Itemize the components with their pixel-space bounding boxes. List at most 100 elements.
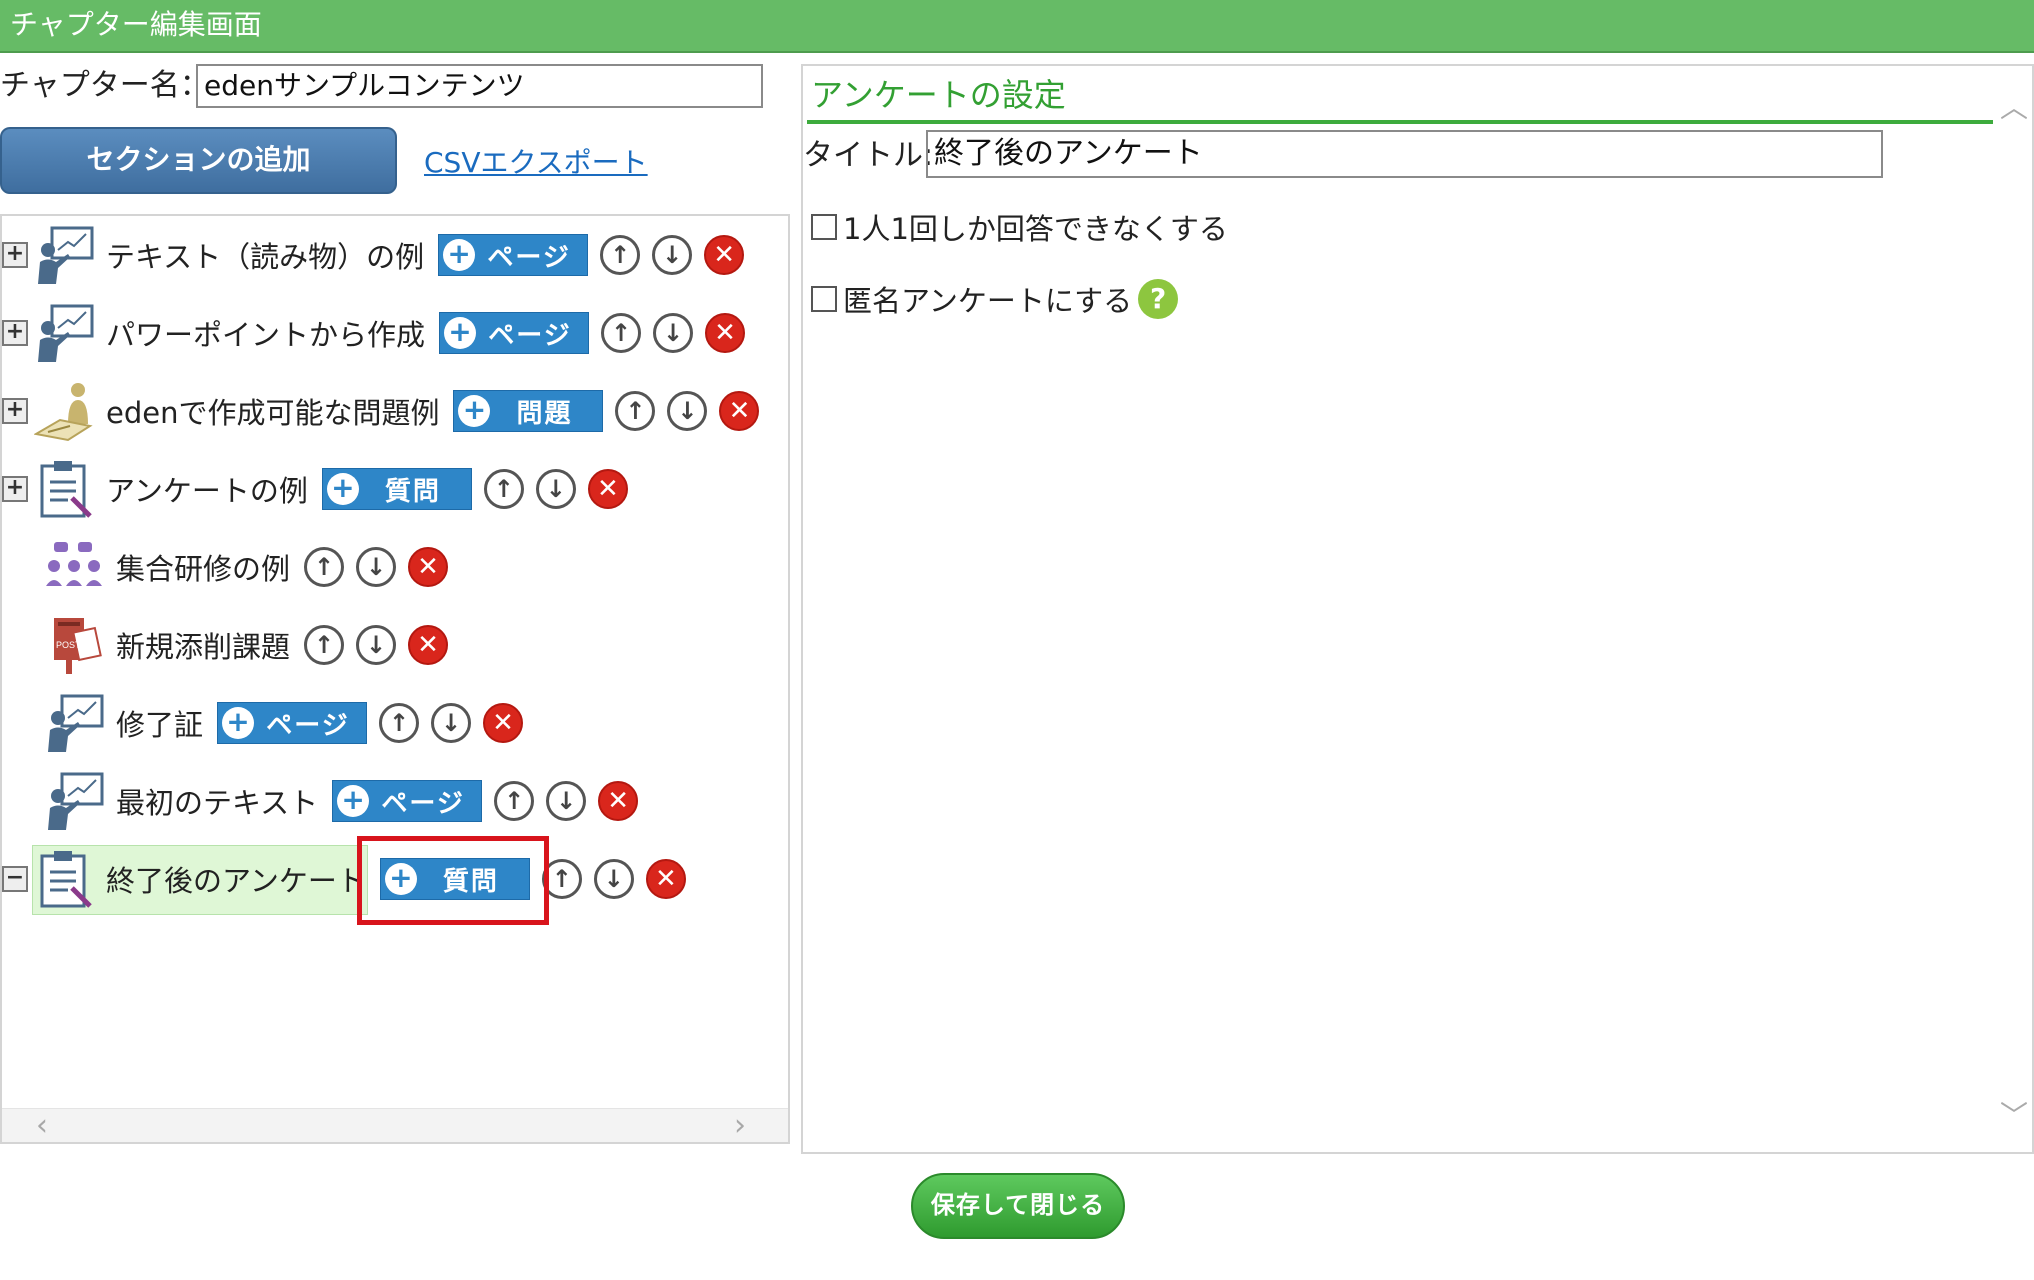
move-down-icon[interactable]: ↓ xyxy=(535,469,576,509)
tree-node[interactable]: 最初のテキスト + ページ ↑ ↓ ✕ xyxy=(44,770,639,832)
add-child-button[interactable]: + ページ xyxy=(438,234,589,276)
delete-icon[interactable]: ✕ xyxy=(645,859,686,899)
heading-underline xyxy=(807,120,1993,124)
scroll-right-icon[interactable]: › xyxy=(734,1111,746,1141)
move-up-icon[interactable]: ↑ xyxy=(304,625,345,665)
settings-panel: アンケートの設定 タイトル: 終了後のアンケート 1人1回しか回答できなくする … xyxy=(801,64,2034,1154)
add-child-label: ページ xyxy=(488,320,572,351)
move-down-icon[interactable]: ↓ xyxy=(652,235,693,275)
move-down-icon[interactable]: ↓ xyxy=(667,391,708,431)
tree-node-label[interactable]: 終了後のアンケート xyxy=(106,858,366,900)
tree-node[interactable]: + アンケートの例 + 質問 ↑ ↓ ✕ xyxy=(2,458,628,520)
expand-icon[interactable]: + xyxy=(2,242,28,268)
window-title: チャプター編集画面 xyxy=(0,0,2034,53)
once-checkbox[interactable] xyxy=(811,214,837,240)
tree-node[interactable]: 修了証 + ページ ↑ ↓ ✕ xyxy=(44,692,524,754)
presenter-icon xyxy=(44,692,106,754)
presenter-icon xyxy=(44,770,106,832)
survey-title-label: タイトル: xyxy=(803,138,934,173)
tree-node-label[interactable]: 修了証 xyxy=(116,702,203,744)
save-and-close-button[interactable]: 保存して閉じる xyxy=(911,1173,1125,1239)
anonymous-checkbox[interactable] xyxy=(811,286,837,312)
once-option-label: 1人1回しか回答できなくする xyxy=(843,212,1228,246)
tree-node[interactable]: POST 新規添削課題 ↑ ↓ ✕ xyxy=(44,614,449,676)
chapter-name-input[interactable]: edenサンプルコンテンツ xyxy=(196,64,763,108)
tree-node[interactable]: − 終了後のアンケート + 質問 ↑ ↓ ✕ xyxy=(2,848,686,910)
tree-node-label[interactable]: アンケートの例 xyxy=(106,468,308,510)
add-child-button[interactable]: + ページ xyxy=(332,780,483,822)
tree-node-label[interactable]: 新規添削課題 xyxy=(116,624,290,666)
expand-icon[interactable]: + xyxy=(2,476,28,502)
move-up-icon[interactable]: ↑ xyxy=(494,781,535,821)
tree-node[interactable]: + パワーポイントから作成 + ページ ↑ ↓ ✕ xyxy=(2,302,746,364)
tree-node-label[interactable]: 最初のテキスト xyxy=(116,780,318,822)
delete-icon[interactable]: ✕ xyxy=(408,625,449,665)
plus-icon: + xyxy=(337,785,370,817)
expand-icon[interactable]: + xyxy=(2,320,28,346)
add-child-button[interactable]: + ページ xyxy=(439,312,590,354)
exam-person-icon xyxy=(33,380,96,442)
delete-icon[interactable]: ✕ xyxy=(408,547,449,587)
vertical-scrollbar[interactable]: ︿ ﹀ xyxy=(1994,66,2032,1152)
delete-icon[interactable]: ✕ xyxy=(705,313,746,353)
delete-icon[interactable]: ✕ xyxy=(483,703,524,743)
scroll-left-icon[interactable]: ‹ xyxy=(36,1111,48,1141)
csv-export-link[interactable]: CSVエクスポート xyxy=(424,143,648,183)
presenter-icon xyxy=(34,224,96,286)
move-up-icon[interactable]: ↑ xyxy=(483,469,524,509)
tree-node-label[interactable]: edenで作成可能な問題例 xyxy=(106,390,439,432)
add-child-label: ページ xyxy=(487,242,571,273)
help-icon[interactable]: ? xyxy=(1138,279,1179,319)
postbox-icon: POST xyxy=(44,614,106,676)
delete-icon[interactable]: ✕ xyxy=(598,781,639,821)
survey-title-input[interactable]: 終了後のアンケート xyxy=(926,130,1883,178)
chapter-name-label: チャプター名： xyxy=(0,68,210,103)
add-child-button[interactable]: + 質問 xyxy=(321,468,472,510)
tree-node-label[interactable]: 集合研修の例 xyxy=(116,546,290,588)
move-down-icon[interactable]: ↓ xyxy=(431,703,472,743)
move-up-icon[interactable]: ↑ xyxy=(615,391,656,431)
clipboard-icon xyxy=(34,848,96,910)
delete-icon[interactable]: ✕ xyxy=(587,469,628,509)
add-child-label: ページ xyxy=(266,710,350,741)
move-down-icon[interactable]: ↓ xyxy=(653,313,694,353)
tree-node[interactable]: + edenで作成可能な問題例 + 問題 ↑ ↓ ✕ xyxy=(2,380,760,442)
plus-icon: + xyxy=(458,395,491,427)
once-option-row: 1人1回しか回答できなくする xyxy=(811,206,1228,248)
add-child-label: 問題 xyxy=(516,398,573,429)
clipboard-icon xyxy=(34,458,96,520)
move-up-icon[interactable]: ↑ xyxy=(601,313,642,353)
plus-icon: + xyxy=(326,473,359,505)
move-down-icon[interactable]: ↓ xyxy=(546,781,587,821)
tree-node-label[interactable]: パワーポイントから作成 xyxy=(106,312,425,354)
move-up-icon[interactable]: ↑ xyxy=(379,703,420,743)
highlight-annotation xyxy=(357,836,549,925)
presenter-icon xyxy=(34,302,96,364)
anonymous-option-label: 匿名アンケートにする xyxy=(843,284,1133,318)
move-down-icon[interactable]: ↓ xyxy=(593,859,634,899)
move-up-icon[interactable]: ↑ xyxy=(304,547,345,587)
group-training-icon xyxy=(44,536,106,598)
anonymous-option-row: 匿名アンケートにする ? xyxy=(811,278,1179,320)
plus-icon: + xyxy=(222,707,255,739)
add-child-button[interactable]: + ページ xyxy=(217,702,368,744)
delete-icon[interactable]: ✕ xyxy=(719,391,760,431)
horizontal-scrollbar[interactable]: ‹ › xyxy=(2,1108,788,1142)
tree-node-label[interactable]: テキスト（読み物）の例 xyxy=(106,234,424,276)
move-down-icon[interactable]: ↓ xyxy=(356,547,397,587)
expand-icon[interactable]: + xyxy=(2,398,28,424)
collapse-icon[interactable]: − xyxy=(2,866,28,892)
add-child-label: 質問 xyxy=(384,476,441,507)
scroll-down-icon[interactable]: ﹀ xyxy=(2000,1094,2028,1134)
settings-heading: アンケートの設定 xyxy=(811,76,1066,114)
scroll-up-icon[interactable]: ︿ xyxy=(2000,86,2028,126)
delete-icon[interactable]: ✕ xyxy=(704,235,745,275)
add-section-button[interactable]: セクションの追加 xyxy=(0,127,397,194)
plus-icon: + xyxy=(443,239,476,271)
add-child-button[interactable]: + 問題 xyxy=(453,390,604,432)
tree-node[interactable]: + テキスト（読み物）の例 + ページ ↑ ↓ ✕ xyxy=(2,224,745,286)
move-up-icon[interactable]: ↑ xyxy=(600,235,641,275)
tree-node[interactable]: 集合研修の例 ↑ ↓ ✕ xyxy=(44,536,449,598)
move-down-icon[interactable]: ↓ xyxy=(356,625,397,665)
add-child-label: ページ xyxy=(381,788,465,819)
